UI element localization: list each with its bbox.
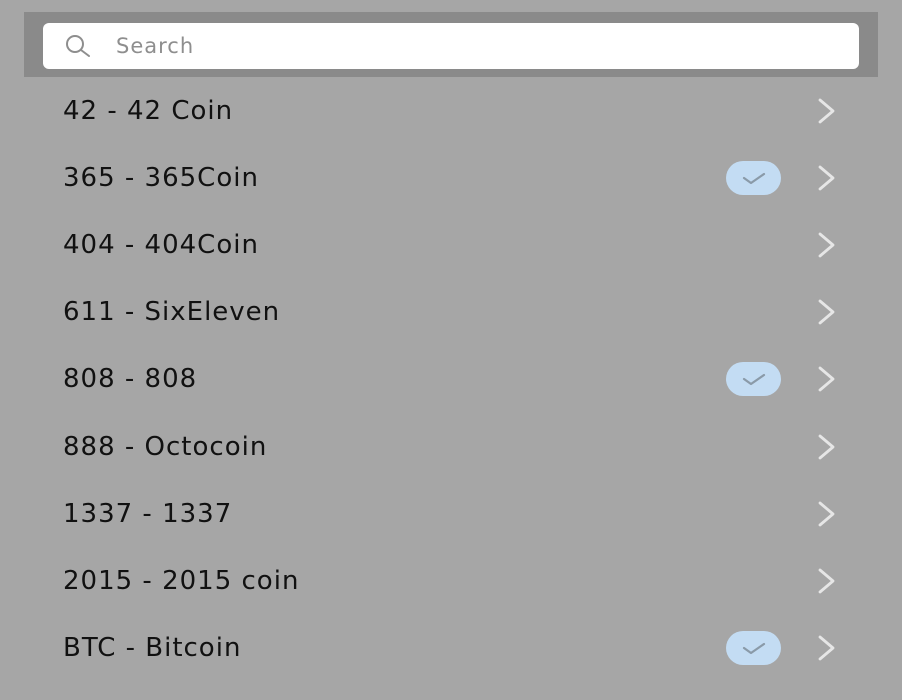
coin-list-item[interactable]: 404 - 404Coin — [0, 211, 902, 278]
coin-list: 42 - 42 Coin 365 - 365Coin 404 - 404Coin 61… — [0, 77, 902, 682]
coin-list-item[interactable]: 611 - SixEleven — [0, 279, 902, 346]
checkmark-icon — [726, 160, 781, 195]
coin-label: 611 - SixEleven — [63, 297, 281, 328]
chevron-right-icon — [815, 634, 839, 662]
checkmark-icon — [726, 362, 781, 397]
chevron-right-icon — [815, 97, 839, 125]
coin-list-item[interactable]: 2015 - 2015 coin — [0, 547, 902, 614]
chevron-right-icon — [815, 164, 839, 192]
chevron-right-icon — [815, 298, 839, 326]
checkmark-icon — [726, 631, 781, 666]
coin-list-item[interactable]: 1337 - 1337 — [0, 480, 902, 547]
coin-label: 1337 - 1337 — [63, 498, 233, 529]
coin-list-item[interactable]: 365 - 365Coin — [0, 144, 902, 211]
coin-list-item[interactable]: 888 - Octocoin — [0, 413, 902, 480]
search-box[interactable] — [43, 23, 859, 69]
coin-list-item[interactable]: 808 - 808 — [0, 346, 902, 413]
chevron-right-icon — [815, 231, 839, 259]
coin-label: 404 - 404Coin — [63, 229, 259, 260]
chevron-right-icon — [815, 500, 839, 528]
coin-list-item[interactable]: 42 - 42 Coin — [0, 77, 902, 144]
coin-label: 2015 - 2015 coin — [63, 565, 300, 596]
search-icon — [64, 32, 96, 60]
coin-label: 42 - 42 Coin — [63, 95, 234, 126]
coin-label: BTC - Bitcoin — [63, 633, 242, 664]
search-bar — [24, 12, 878, 77]
chevron-right-icon — [815, 433, 839, 461]
coin-label: 808 - 808 — [63, 364, 198, 395]
coin-label: 365 - 365Coin — [63, 162, 259, 193]
chevron-right-icon — [815, 365, 839, 393]
coin-label: 888 - Octocoin — [63, 431, 268, 462]
search-input[interactable] — [116, 34, 816, 58]
coin-list-item[interactable]: BTC - Bitcoin — [0, 615, 902, 682]
chevron-right-icon — [815, 567, 839, 595]
